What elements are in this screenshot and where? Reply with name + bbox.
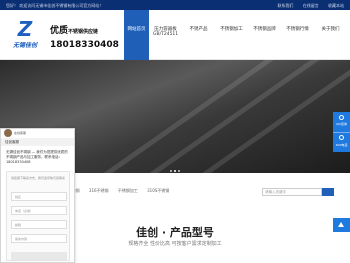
contact-link[interactable]: 联系我们: [277, 3, 293, 8]
nav-market[interactable]: 不锈钢行情: [285, 10, 310, 60]
phone-button[interactable]: 400电话: [333, 132, 350, 152]
tab-316[interactable]: 316不锈钢: [89, 188, 109, 193]
message-field[interactable]: 留言内容: [11, 234, 67, 243]
phone-label: 400电话: [335, 143, 348, 147]
tab-310s[interactable]: 310S不锈钢: [147, 188, 169, 193]
logo-text: 无锡佳创: [12, 42, 37, 49]
chat-agent-label: 在线客服: [14, 131, 27, 135]
side-contact-panel: QQ咨询 400电话: [333, 112, 350, 152]
message-link[interactable]: 在线留言: [303, 3, 319, 8]
chat-header: 佳创客服: [1, 138, 74, 146]
chat-widget: 在线客服 佳创客服 无锡佳创不锈钢 — 我们为您提供优质的不锈钢产品与加工服务，…: [0, 128, 75, 263]
nav-products[interactable]: 不锈产品: [186, 10, 211, 60]
submit-button[interactable]: [11, 252, 67, 260]
qq-consult-button[interactable]: QQ咨询: [333, 112, 350, 132]
top-bar: 您好！ 欢迎访问无锡市佳创不锈钢有限公司官方网站！ 联系我们 在线留言 收藏本站: [0, 0, 350, 10]
slogan-main: 优质: [50, 26, 69, 36]
contact-form: 请您留下联系方式，我们会尽快与您联系 姓名 电话（必填） 邮箱 留言内容: [6, 171, 70, 261]
top-links: 联系我们 在线留言 收藏本站: [269, 3, 344, 9]
phone-icon: [339, 135, 344, 140]
logo-mark-icon: Z: [17, 17, 33, 41]
tab-processing[interactable]: 不锈钢加工: [118, 188, 138, 193]
slogan-sub: 不锈钢供应链: [68, 29, 99, 35]
nav-brands[interactable]: 不锈钢品牌: [252, 10, 277, 60]
nav-home[interactable]: 网站首页: [124, 10, 149, 60]
arrow-up-icon: [338, 222, 344, 227]
main-nav: 网站首页 压力容器板 GB/T24511 不锈产品 不锈钢加工 不锈钢品牌 不锈…: [124, 10, 350, 60]
slider-dots: [170, 167, 182, 172]
hotline-number: 18018330408: [50, 40, 119, 50]
slogan: 优质不锈钢供应链 18018330408: [50, 23, 120, 53]
slider-dot-active[interactable]: [174, 170, 176, 172]
qq-icon: [339, 115, 344, 120]
product-tabs: 304不锈钢 316不锈钢 不锈钢加工 310S不锈钢: [60, 188, 190, 196]
hero-stripe: [200, 60, 350, 173]
slider-dot[interactable]: [178, 170, 180, 172]
qq-label: QQ咨询: [336, 122, 347, 126]
form-note: 请您留下联系方式，我们会尽快与您联系: [11, 176, 66, 180]
nav-about[interactable]: 关于我们: [318, 10, 343, 60]
welcome-text: 您好！ 欢迎访问无锡市佳创不锈钢有限公司官方网站！: [6, 3, 104, 8]
slider-dot[interactable]: [170, 170, 172, 172]
back-to-top-button[interactable]: [333, 218, 350, 232]
logo[interactable]: Z 无锡佳创: [4, 19, 46, 51]
phone-field[interactable]: 电话（必填）: [11, 206, 67, 215]
chat-message: 无锡佳创不锈钢 — 我们为您提供优质的不锈钢产品与加工服务，联系电话：18018…: [6, 150, 68, 164]
name-field[interactable]: 姓名: [11, 192, 67, 201]
favorite-link[interactable]: 收藏本站: [328, 3, 344, 8]
agent-avatar: [4, 129, 12, 137]
nav-pressure-plate[interactable]: 压力容器板 GB/T24511: [153, 10, 178, 60]
slogan-line: 优质不锈钢供应链: [50, 23, 120, 36]
nav-processing[interactable]: 不锈钢加工: [219, 10, 244, 60]
email-field[interactable]: 邮箱: [11, 220, 67, 229]
search-input[interactable]: 请输入关键字: [262, 188, 322, 196]
search-button[interactable]: [322, 188, 334, 196]
